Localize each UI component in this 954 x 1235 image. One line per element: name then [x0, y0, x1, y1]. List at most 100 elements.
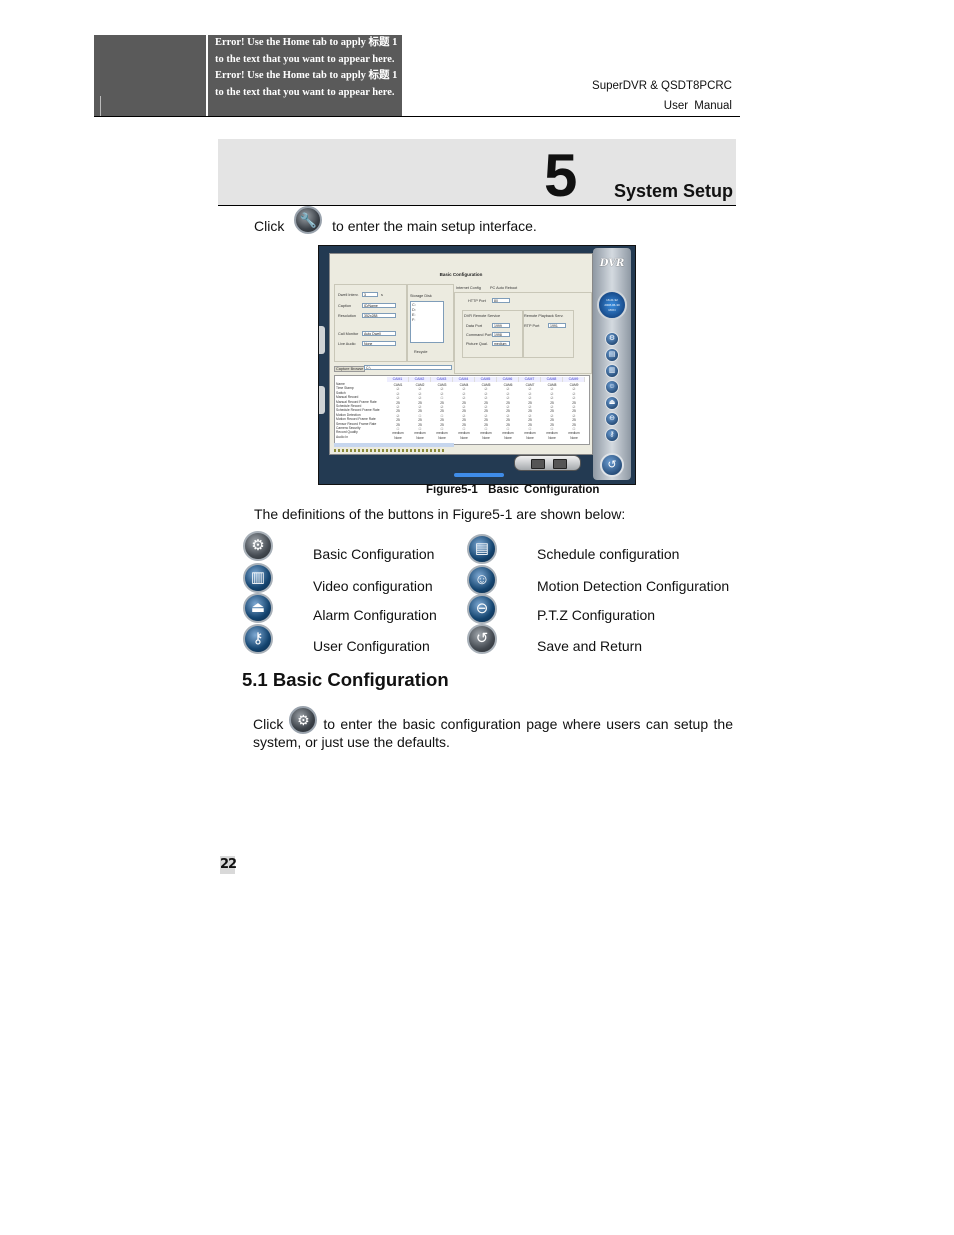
- table-cell[interactable]: ☑: [431, 387, 453, 391]
- table-cell[interactable]: 25: [475, 409, 497, 413]
- table-cell[interactable]: ☑: [453, 392, 475, 396]
- table-cell[interactable]: 25: [409, 423, 431, 427]
- disk-item[interactable]: D:: [412, 308, 416, 312]
- tab-internet-config[interactable]: Internet Config: [456, 286, 481, 290]
- table-cell[interactable]: 25: [519, 423, 541, 427]
- table-cell[interactable]: medium: [475, 431, 497, 435]
- table-cell[interactable]: None: [541, 436, 563, 440]
- table-cell[interactable]: None: [497, 436, 519, 440]
- return-arrow-icon[interactable]: ↺: [600, 453, 624, 477]
- tab-pc-auto-reboot[interactable]: PC Auto Reboot: [490, 286, 517, 290]
- table-cell[interactable]: ☐: [431, 414, 453, 418]
- snapshot-button[interactable]: [531, 459, 545, 469]
- horizontal-scrollbar[interactable]: [334, 443, 454, 447]
- key-icon[interactable]: ⚷: [605, 428, 619, 442]
- table-cell[interactable]: ☐: [497, 427, 519, 431]
- table-cell[interactable]: 25: [387, 409, 409, 413]
- table-cell[interactable]: medium: [431, 431, 453, 435]
- table-cell[interactable]: 25: [387, 418, 409, 422]
- table-cell[interactable]: ☐: [431, 427, 453, 431]
- table-cell[interactable]: ☑: [409, 392, 431, 396]
- table-cell[interactable]: ☑: [453, 414, 475, 418]
- table-cell[interactable]: 25: [453, 401, 475, 405]
- table-cell[interactable]: ☑: [475, 414, 497, 418]
- table-cell[interactable]: CAM1: [387, 383, 409, 387]
- table-cell[interactable]: ☑: [431, 405, 453, 409]
- table-cell[interactable]: ☑: [541, 414, 563, 418]
- table-cell[interactable]: CAM3: [431, 383, 453, 387]
- table-cell[interactable]: medium: [409, 431, 431, 435]
- table-cell[interactable]: CAM7: [519, 383, 541, 387]
- table-cell[interactable]: 25: [431, 409, 453, 413]
- record-button[interactable]: [553, 459, 567, 469]
- table-cell[interactable]: ☑: [475, 392, 497, 396]
- remote-service-checkbox[interactable]: DVR Remote Service: [464, 314, 500, 318]
- table-cell[interactable]: 25: [431, 423, 453, 427]
- table-cell[interactable]: CAM2: [409, 383, 431, 387]
- table-cell[interactable]: CAM5: [475, 383, 497, 387]
- table-cell[interactable]: ☑: [497, 396, 519, 400]
- table-cell[interactable]: ☑: [519, 396, 541, 400]
- table-cell[interactable]: None: [519, 436, 541, 440]
- table-cell[interactable]: 25: [541, 423, 563, 427]
- table-cell[interactable]: ☑: [497, 414, 519, 418]
- picture-quality-select[interactable]: medium: [492, 341, 510, 346]
- table-cell[interactable]: ☑: [497, 387, 519, 391]
- data-port-input[interactable]: 1999: [492, 323, 510, 328]
- table-cell[interactable]: ☑: [563, 396, 585, 400]
- capture-browse-button[interactable]: Capture Browse: [334, 366, 366, 372]
- table-cell[interactable]: ☑: [409, 396, 431, 400]
- table-cell[interactable]: 25: [409, 401, 431, 405]
- caption-select[interactable]: ID/Name: [362, 303, 396, 308]
- call-monitor-select[interactable]: Auto Dwell: [362, 331, 396, 336]
- table-cell[interactable]: None: [387, 436, 409, 440]
- table-cell[interactable]: CAM9: [563, 383, 585, 387]
- table-cell[interactable]: ☐: [541, 427, 563, 431]
- table-cell[interactable]: ☑: [563, 405, 585, 409]
- table-cell[interactable]: ☑: [453, 387, 475, 391]
- table-cell[interactable]: 25: [541, 401, 563, 405]
- table-cell[interactable]: ☑: [563, 392, 585, 396]
- table-cell[interactable]: medium: [519, 431, 541, 435]
- table-cell[interactable]: 25: [475, 418, 497, 422]
- disk-item[interactable]: F:: [412, 318, 415, 322]
- table-cell[interactable]: 25: [563, 423, 585, 427]
- table-cell[interactable]: CAM4: [453, 383, 475, 387]
- ptz-camera-icon[interactable]: ⊖: [605, 412, 619, 426]
- rtp-port-input[interactable]: 1991: [548, 323, 566, 328]
- command-port-input[interactable]: 1998: [492, 332, 510, 337]
- table-cell[interactable]: ☑: [541, 387, 563, 391]
- table-cell[interactable]: 25: [497, 423, 519, 427]
- table-cell[interactable]: CAM8: [541, 383, 563, 387]
- table-cell[interactable]: ☑: [387, 396, 409, 400]
- table-cell[interactable]: ☑: [387, 387, 409, 391]
- table-cell[interactable]: ☐: [431, 396, 453, 400]
- table-cell[interactable]: 25: [387, 401, 409, 405]
- table-cell[interactable]: 25: [453, 409, 475, 413]
- table-cell[interactable]: None: [409, 436, 431, 440]
- table-cell[interactable]: ☑: [387, 405, 409, 409]
- resolution-select[interactable]: 352x288: [362, 313, 396, 318]
- dwell-interval-input[interactable]: 3: [362, 292, 378, 297]
- running-man-icon[interactable]: ☺: [605, 380, 619, 394]
- table-cell[interactable]: ☑: [475, 396, 497, 400]
- table-cell[interactable]: medium: [541, 431, 563, 435]
- disk-item[interactable]: E:: [412, 313, 416, 317]
- table-cell[interactable]: ☑: [519, 405, 541, 409]
- table-cell[interactable]: CAM6: [497, 383, 519, 387]
- table-cell[interactable]: ☑: [541, 405, 563, 409]
- table-cell[interactable]: ☑: [409, 387, 431, 391]
- remote-playback-checkbox[interactable]: Remote Playback Serv.: [524, 314, 563, 318]
- gear-icon[interactable]: ⚙: [605, 332, 619, 346]
- table-cell[interactable]: ☐: [409, 414, 431, 418]
- table-cell[interactable]: 25: [541, 409, 563, 413]
- table-cell[interactable]: ☑: [497, 405, 519, 409]
- table-cell[interactable]: 25: [431, 418, 453, 422]
- table-cell[interactable]: 25: [387, 423, 409, 427]
- storage-disk-list[interactable]: C: D: E: F:: [410, 301, 444, 343]
- table-cell[interactable]: 25: [541, 418, 563, 422]
- table-cell[interactable]: medium: [387, 431, 409, 435]
- table-cell[interactable]: ☐: [409, 427, 431, 431]
- table-cell[interactable]: 25: [519, 409, 541, 413]
- table-cell[interactable]: ☑: [453, 405, 475, 409]
